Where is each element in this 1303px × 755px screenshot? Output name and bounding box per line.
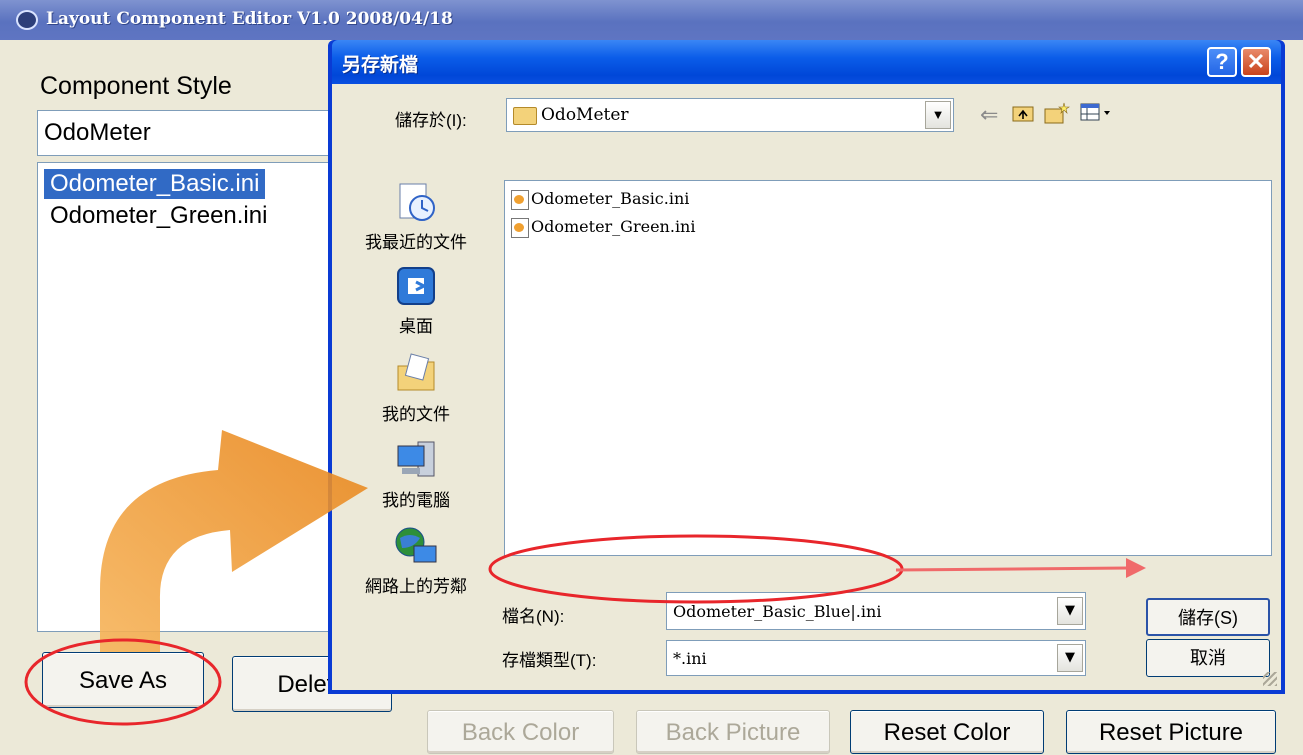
save-in-label: 儲存於(I): (395, 111, 467, 130)
up-folder-icon[interactable] (1012, 102, 1034, 128)
file-name: Odometer_Green.ini (531, 217, 696, 236)
editor-title: Layout Component Editor V1.0 2008/04/18 (46, 9, 453, 29)
place-label: 網路上的芳鄰 (365, 577, 467, 596)
component-style-label: Component Style (40, 72, 232, 100)
save-button[interactable]: 儲存(S) (1146, 598, 1270, 636)
cancel-button[interactable]: 取消 (1146, 639, 1270, 677)
my-computer-icon (394, 438, 438, 482)
file-list[interactable]: Odometer_Basic.ini Odometer_Green.ini (504, 180, 1272, 556)
save-in-value: OdoMeter (541, 105, 629, 125)
place-my-computer[interactable]: 我的電腦 (346, 438, 486, 511)
save-as-button[interactable]: Save As (42, 652, 204, 708)
ini-file-icon (511, 189, 529, 210)
filetype-value: *.ini (673, 649, 707, 668)
dialog-client: 儲存於(I): OdoMeter ▼ ⇐ 我最近的文件 桌面 我的文件 我的電腦… (332, 84, 1281, 690)
place-label: 我的文件 (382, 405, 450, 424)
place-label: 桌面 (399, 317, 433, 336)
file-name: Odometer_Basic.ini (531, 189, 690, 208)
filename-label: 檔名(N): (502, 607, 565, 626)
back-arrow-icon[interactable]: ⇐ (980, 102, 998, 128)
dialog-titlebar: 另存新檔 ? ✕ (332, 40, 1281, 84)
close-icon[interactable]: ✕ (1241, 47, 1271, 77)
chevron-down-icon[interactable]: ▼ (925, 101, 951, 129)
recent-documents-icon (394, 180, 438, 224)
place-recent[interactable]: 我最近的文件 (346, 180, 486, 253)
file-list-item[interactable]: Odometer_Basic.ini (511, 189, 689, 210)
chevron-down-icon[interactable]: ▼ (1057, 644, 1083, 672)
style-list[interactable]: Odometer_Basic.ini Odometer_Green.ini (37, 162, 357, 632)
style-list-item[interactable]: Odometer_Green.ini (44, 201, 273, 231)
resize-grip-icon[interactable] (1263, 672, 1277, 686)
place-my-documents[interactable]: 我的文件 (346, 352, 486, 425)
help-icon[interactable]: ? (1207, 47, 1237, 77)
filename-value: Odometer_Basic_Blue|.ini (673, 602, 882, 621)
back-color-button[interactable]: Back Color (427, 710, 614, 754)
save-in-dropdown[interactable]: OdoMeter ▼ (506, 98, 954, 132)
chevron-down-icon[interactable]: ▼ (1057, 597, 1083, 625)
style-list-item[interactable]: Odometer_Basic.ini (44, 169, 266, 199)
new-folder-icon[interactable] (1044, 102, 1070, 130)
place-network[interactable]: 網路上的芳鄰 (346, 524, 486, 597)
dialog-title: 另存新檔 (342, 54, 419, 76)
filename-input[interactable]: Odometer_Basic_Blue|.ini ▼ (666, 592, 1086, 630)
desktop-icon (394, 264, 438, 308)
file-list-item[interactable]: Odometer_Green.ini (511, 217, 695, 238)
place-label: 我最近的文件 (365, 233, 467, 252)
folder-icon (513, 107, 537, 125)
component-style-field[interactable]: OdoMeter (37, 110, 357, 156)
filetype-select[interactable]: *.ini ▼ (666, 640, 1086, 676)
place-desktop[interactable]: 桌面 (346, 264, 486, 337)
reset-color-button[interactable]: Reset Color (850, 710, 1044, 754)
filetype-label: 存檔類型(T): (502, 651, 597, 670)
places-bar: 我最近的文件 桌面 我的文件 我的電腦 網路上的芳鄰 (346, 180, 486, 650)
save-as-dialog: 另存新檔 ? ✕ 儲存於(I): OdoMeter ▼ ⇐ 我最近的文件 桌面 … (328, 40, 1285, 694)
view-menu-icon[interactable] (1080, 102, 1114, 128)
reset-picture-button[interactable]: Reset Picture (1066, 710, 1276, 754)
back-picture-button[interactable]: Back Picture (636, 710, 830, 754)
editor-titlebar: Layout Component Editor V1.0 2008/04/18 (0, 0, 1303, 40)
ini-file-icon (511, 217, 529, 238)
my-documents-icon (394, 352, 438, 396)
network-places-icon (394, 524, 438, 568)
app-logo-icon (16, 10, 38, 30)
place-label: 我的電腦 (382, 491, 450, 510)
